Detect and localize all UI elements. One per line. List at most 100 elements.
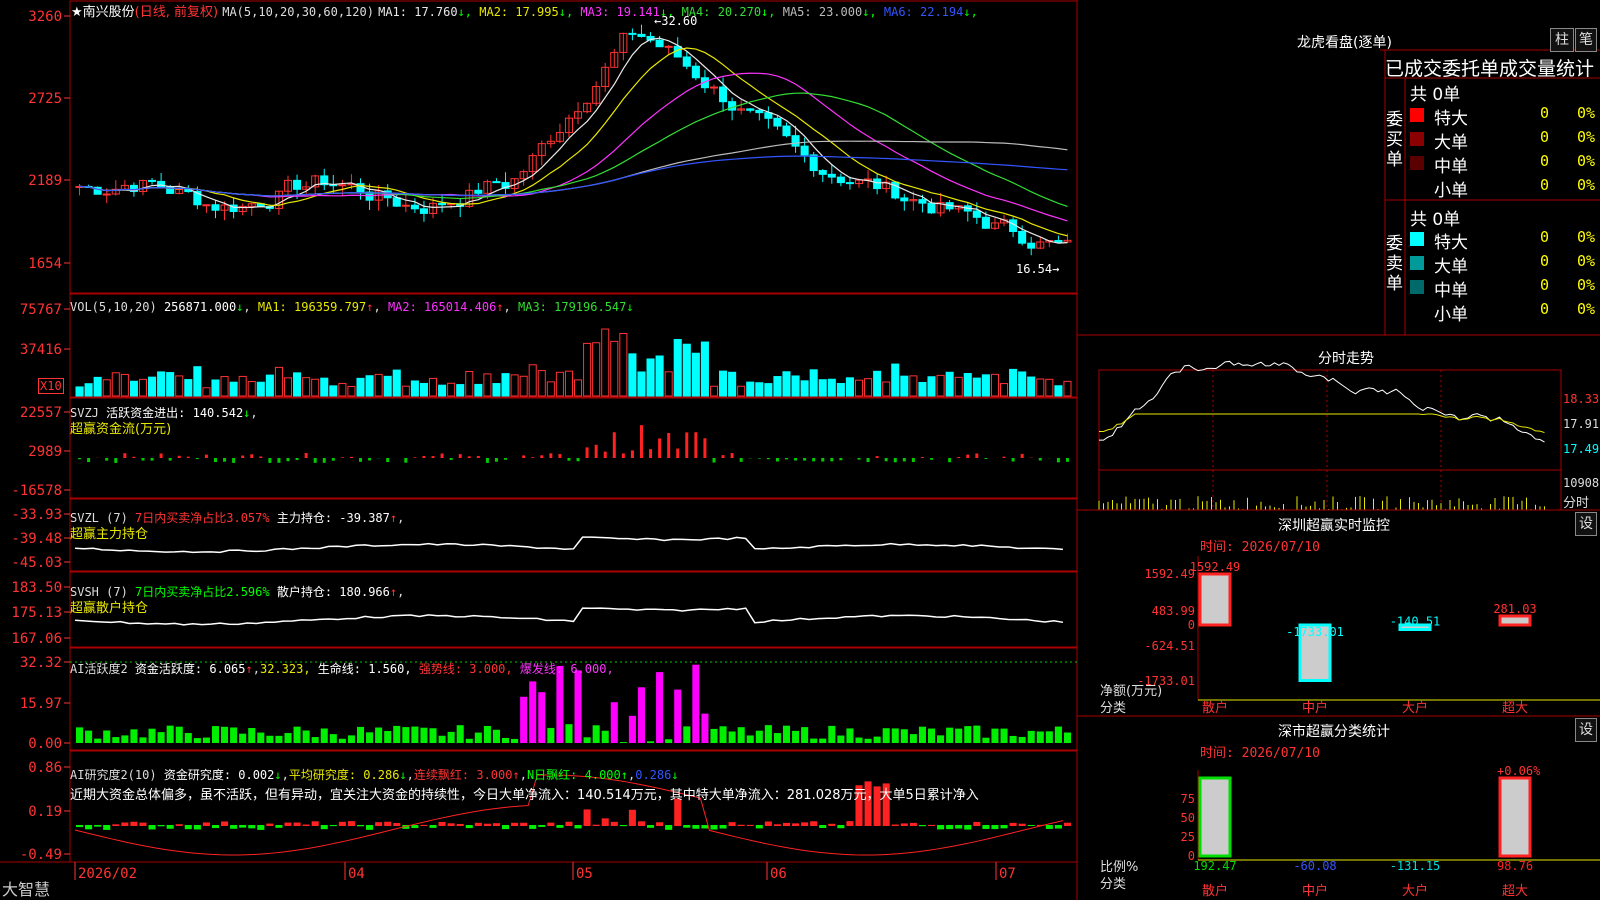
volume-bar [691, 352, 700, 397]
svsh-tick-label: 175.13 [11, 605, 62, 621]
volume-bar [864, 378, 873, 397]
activity-bar [1018, 736, 1026, 743]
research-bar [529, 825, 537, 829]
activity-bar [801, 727, 809, 743]
ma-legend-item: MA6: 22.194 [876, 5, 964, 19]
activity-bar [402, 727, 410, 743]
volume-bar [102, 379, 111, 397]
ma-line [79, 72, 1068, 222]
vol-tick-label: 37416 [20, 342, 62, 358]
research-bar [846, 821, 854, 826]
sz-y-tick: -624.51 [1144, 639, 1195, 653]
svzl-tick-label: -39.48 [11, 531, 62, 547]
volume-bar [75, 386, 84, 397]
chart-mode[interactable]: (日线, 前复权) [135, 5, 218, 20]
research-bar [619, 825, 627, 827]
activity-bar [293, 726, 301, 743]
volume-bar [1045, 378, 1054, 397]
research-bar [656, 822, 664, 826]
ma-legend-item: MA1: 17.760 [378, 5, 458, 19]
ai2-tick-label: -0.49 [20, 847, 62, 863]
volume-bar [954, 376, 963, 397]
unit-badge[interactable]: X10 [38, 378, 64, 394]
volume-bar [501, 373, 510, 397]
research-bar [501, 825, 510, 830]
activity-bar [900, 729, 908, 743]
volume-bar [628, 353, 637, 397]
activity-bar [937, 735, 945, 743]
research-bar [411, 825, 419, 829]
volume-bar [737, 385, 746, 397]
x-axis-label: 05 [576, 866, 593, 882]
research-bar [302, 824, 310, 826]
stock-name[interactable]: 南兴股份 [83, 5, 135, 20]
research-bar [474, 822, 482, 826]
sz-settings-button[interactable]: 设 [1575, 512, 1597, 536]
volume-bar [1027, 376, 1036, 397]
research-bar [565, 821, 573, 826]
sz-y-tick: 483.99 [1152, 604, 1195, 618]
research-bar [211, 825, 220, 829]
research-bar [737, 824, 745, 826]
candle-body [809, 154, 818, 172]
ss-stats-title: 深市超赢分类统计 [1278, 724, 1390, 740]
candle-body [410, 204, 419, 210]
candle-body [1018, 230, 1027, 244]
research-bar [257, 825, 265, 830]
research-bar [764, 821, 772, 826]
volume-bar [583, 342, 592, 397]
activity-bar [492, 729, 500, 743]
panel-title: 已成交委托单成交量统计 [1385, 58, 1595, 80]
volume-bar [791, 375, 800, 397]
activity-bar [982, 737, 990, 743]
ai1-tick-label: 15.97 [20, 696, 62, 712]
activity-bar [1054, 726, 1062, 743]
volume-bar [981, 374, 990, 397]
volume-bar [428, 377, 438, 397]
tick-view-button[interactable]: 笔 [1575, 28, 1597, 52]
ss-time: 时间: 2026/07/10 [1200, 746, 1320, 761]
activity-bar [683, 726, 691, 743]
volume-bar [93, 376, 102, 397]
research-bar [266, 823, 274, 826]
sz-category: 中户 [1302, 700, 1328, 716]
activity-bar [85, 730, 93, 743]
volume-bar [465, 371, 474, 397]
volume-bar [274, 366, 283, 397]
order-row: 小单 0 0% [1410, 176, 1595, 201]
volume-bar [138, 378, 148, 397]
research-bar [891, 824, 899, 826]
volume-bar [456, 384, 465, 397]
x-axis-label: 2026/02 [78, 866, 137, 882]
volume-bar [972, 377, 981, 397]
color-swatch [1410, 156, 1424, 170]
volume-bar [592, 342, 601, 397]
volume-bar [220, 376, 229, 397]
research-bar [184, 825, 192, 830]
activity-bar [991, 728, 999, 743]
activity-bar [909, 734, 917, 743]
research-bar [103, 825, 111, 830]
research-bar [320, 825, 328, 830]
volume-bar [1054, 385, 1063, 397]
ss-settings-button[interactable]: 设 [1575, 718, 1597, 742]
activity-bar [556, 665, 564, 743]
volume-bar [492, 383, 501, 397]
activity-bar [819, 738, 827, 743]
bar-view-button[interactable]: 柱 [1550, 28, 1574, 52]
ai2-header: AI研究度2(10) 资金研究度: 0.002↓,平均研究度: 0.286↓,连… [70, 768, 679, 782]
activity-bar [647, 741, 655, 743]
research-bar [230, 825, 238, 829]
vol-header: VOL(5,10,20) 256871.000↓, MA1: 196359.79… [70, 300, 634, 314]
research-bar [311, 821, 319, 826]
vol-tick-label: 75767 [20, 302, 62, 318]
color-swatch [1410, 180, 1424, 194]
volume-bar [845, 377, 854, 397]
ss-category-label: 分类 [1100, 877, 1127, 892]
ss-bar [1198, 776, 1232, 858]
fenshi-title[interactable]: 分时走势 [1318, 348, 1374, 368]
candle-body [1054, 240, 1063, 243]
retail-holding-line [74, 607, 1064, 626]
activity-bar [728, 731, 736, 743]
research-bar [121, 822, 129, 826]
